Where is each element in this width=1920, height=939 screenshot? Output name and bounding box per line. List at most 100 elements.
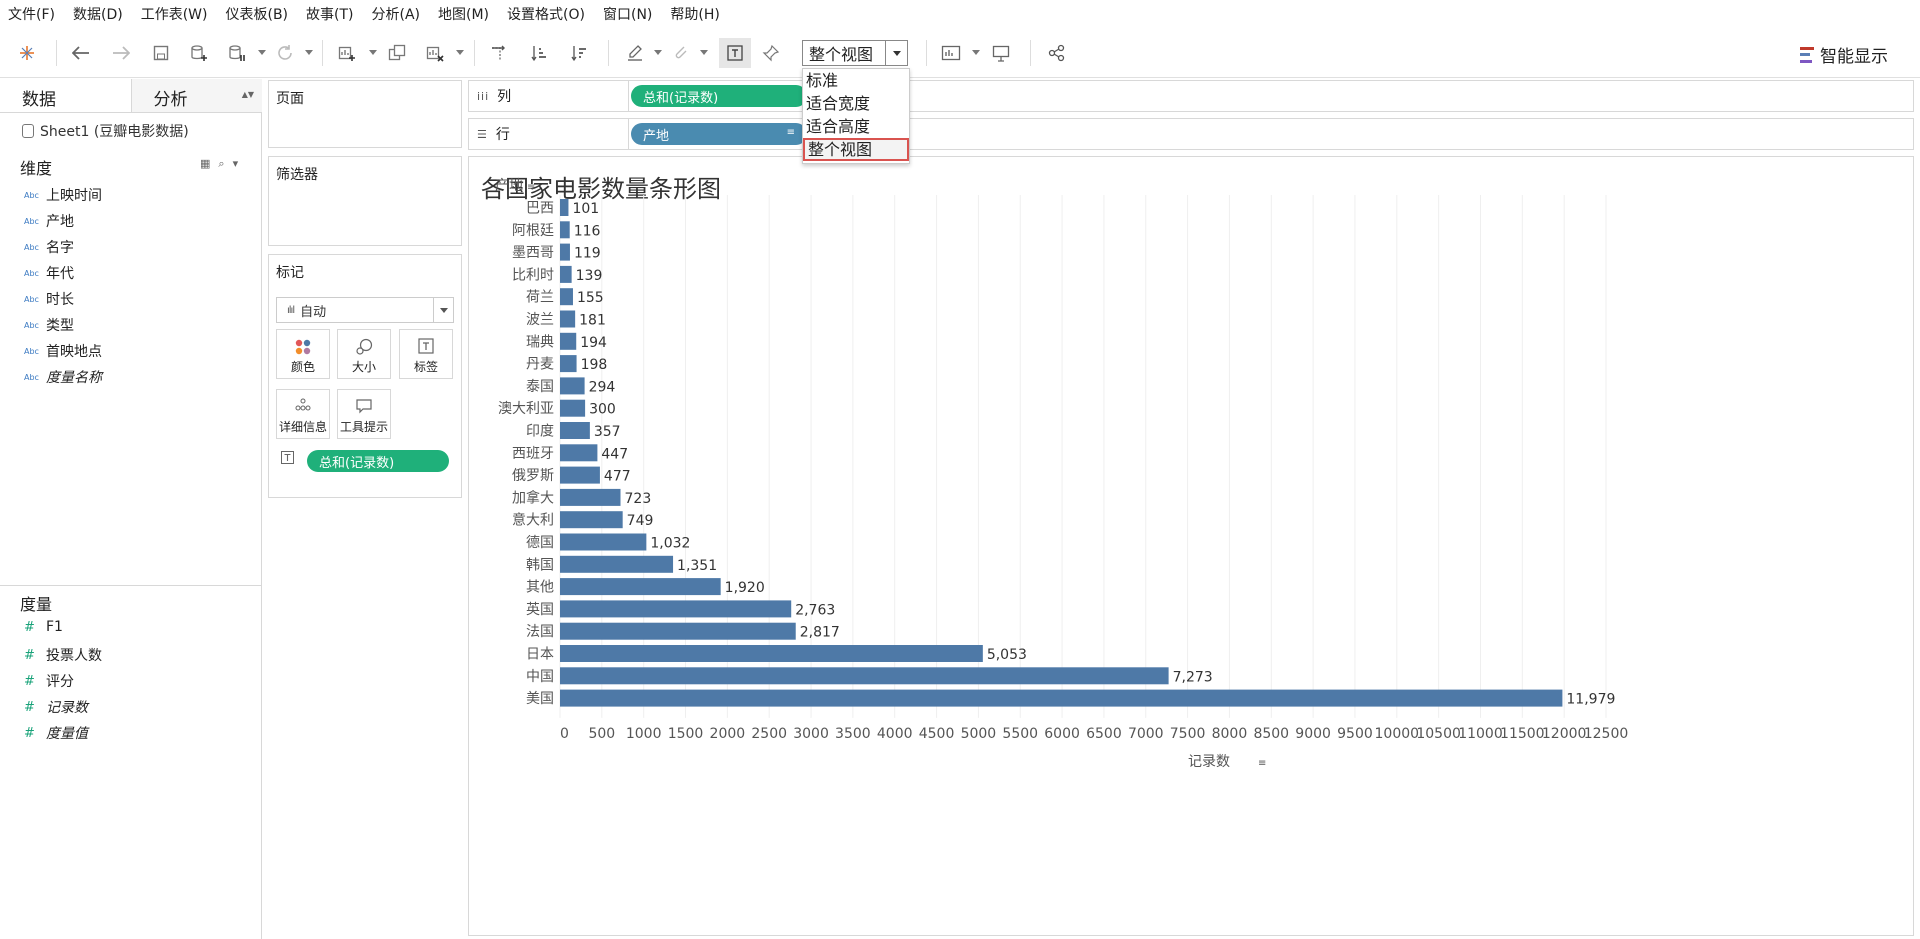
visualization-area[interactable]: 各国家电影数量条形图 产地 ≡ 巴西 101 阿根廷 116 墨西哥 119 比利时 139 荷兰 1…: [468, 156, 1914, 936]
chevron-updown-icon[interactable]: ▲▼: [242, 90, 254, 99]
rows-shelf[interactable]: ☰ 行 产地 ≡: [468, 118, 1914, 150]
columns-field-pill[interactable]: 总和(记录数): [631, 85, 807, 107]
menu-data[interactable]: 数据(D): [73, 4, 123, 24]
pin-axes-icon[interactable]: [760, 42, 782, 64]
clear-sheet-caret-icon[interactable]: [456, 50, 464, 55]
bar[interactable]: [560, 667, 1169, 685]
color-button[interactable]: 颜色: [276, 329, 330, 379]
bar[interactable]: [560, 265, 572, 283]
menu-item-fit-height[interactable]: 适合高度: [803, 115, 909, 138]
measure-field[interactable]: # 记录数: [24, 697, 88, 717]
duplicate-sheet-icon[interactable]: [386, 42, 408, 64]
fit-view-select[interactable]: 整个视图: [802, 40, 908, 66]
refresh-icon[interactable]: [274, 42, 296, 64]
share-icon[interactable]: [1046, 42, 1068, 64]
datasource-item[interactable]: Sheet1 (豆瓣电影数据): [22, 121, 189, 141]
bar[interactable]: [560, 332, 577, 350]
bar[interactable]: [560, 399, 586, 417]
bar[interactable]: [560, 578, 721, 596]
dimension-field[interactable]: Abc 类型: [24, 315, 74, 335]
bar[interactable]: [560, 377, 585, 395]
chevron-down-icon[interactable]: [885, 41, 907, 65]
forward-icon[interactable]: [110, 42, 132, 64]
bar[interactable]: [560, 622, 796, 640]
show-mark-labels-icon[interactable]: [719, 38, 751, 68]
measure-field[interactable]: # 度量值: [24, 723, 88, 743]
sort-ascending-icon[interactable]: [528, 42, 550, 64]
bar[interactable]: [560, 555, 674, 573]
sort-descending-icon[interactable]: [568, 42, 590, 64]
measure-field[interactable]: # F1: [24, 619, 63, 635]
bar[interactable]: [560, 199, 569, 216]
highlight-caret-icon[interactable]: [654, 50, 662, 55]
menu-file[interactable]: 文件(F): [8, 4, 55, 24]
new-datasource-icon[interactable]: [188, 42, 210, 64]
rows-field-pill[interactable]: 产地 ≡: [631, 123, 807, 145]
view-toggle-icon[interactable]: ▦: [200, 157, 210, 171]
search-icon[interactable]: ⌕: [218, 157, 224, 171]
chevron-down-icon[interactable]: [433, 298, 453, 322]
pages-card[interactable]: 页面: [268, 80, 462, 148]
swap-rows-columns-icon[interactable]: [488, 42, 510, 64]
bar[interactable]: [560, 466, 600, 484]
bar[interactable]: [560, 288, 573, 306]
group-members-caret-icon[interactable]: [700, 50, 708, 55]
new-worksheet-caret-icon[interactable]: [369, 50, 377, 55]
bar[interactable]: [560, 221, 570, 239]
menu-item-entire-view[interactable]: 整个视图: [803, 138, 909, 161]
clear-sheet-icon[interactable]: [424, 42, 446, 64]
measure-field[interactable]: # 评分: [24, 671, 74, 691]
menu-format[interactable]: 设置格式(O): [507, 4, 585, 24]
menu-analysis[interactable]: 分析(A): [372, 4, 421, 24]
bar[interactable]: [560, 533, 647, 551]
group-members-icon[interactable]: [670, 42, 692, 64]
bar[interactable]: [560, 689, 1563, 707]
show-cards-icon[interactable]: [940, 42, 962, 64]
bar[interactable]: [560, 600, 792, 618]
bar[interactable]: [560, 310, 576, 328]
pause-update-caret-icon[interactable]: [258, 50, 266, 55]
menu-story[interactable]: 故事(T): [306, 4, 353, 24]
filters-card[interactable]: 筛选器: [268, 156, 462, 246]
bar[interactable]: [560, 422, 590, 439]
menu-worksheet[interactable]: 工作表(W): [141, 4, 208, 24]
dimension-field[interactable]: Abc 上映时间: [24, 185, 102, 205]
new-worksheet-icon[interactable]: [336, 42, 358, 64]
menu-map[interactable]: 地图(M): [438, 4, 489, 24]
refresh-caret-icon[interactable]: [305, 50, 313, 55]
highlight-icon[interactable]: [624, 42, 646, 64]
detail-button[interactable]: 详细信息: [276, 389, 330, 439]
size-button[interactable]: 大小: [337, 329, 391, 379]
bar-chart[interactable]: 产地 ≡ 巴西 101 阿根廷 116 墨西哥 119 比利时 139 荷兰 155 波兰 181 瑞典 19…: [469, 157, 1915, 937]
menu-window[interactable]: 窗口(N): [603, 4, 652, 24]
menu-dashboard[interactable]: 仪表板(B): [225, 4, 288, 24]
mark-type-select[interactable]: ılıl 自动: [276, 297, 454, 323]
bar[interactable]: [560, 511, 623, 529]
tooltip-button[interactable]: 工具提示: [337, 389, 391, 439]
bar[interactable]: [560, 355, 577, 373]
dimension-field[interactable]: Abc 度量名称: [24, 367, 102, 387]
menu-item-standard[interactable]: 标准: [803, 69, 909, 92]
show-cards-caret-icon[interactable]: [972, 50, 980, 55]
label-field-pill[interactable]: 总和(记录数): [307, 450, 449, 472]
tableau-logo-icon[interactable]: [16, 42, 38, 64]
bar[interactable]: [560, 444, 598, 462]
columns-shelf[interactable]: iii 列 总和(记录数): [468, 80, 1914, 112]
pause-update-icon[interactable]: [226, 42, 248, 64]
bar[interactable]: [560, 488, 621, 506]
save-icon[interactable]: [150, 42, 172, 64]
dimension-field[interactable]: Abc 时长: [24, 289, 74, 309]
dimension-field[interactable]: Abc 首映地点: [24, 341, 102, 361]
menu-help[interactable]: 帮助(H): [670, 4, 719, 24]
tab-data[interactable]: 数据: [0, 79, 131, 112]
presentation-mode-icon[interactable]: [990, 42, 1012, 64]
dimension-field[interactable]: Abc 产地: [24, 211, 74, 231]
bar[interactable]: [560, 243, 570, 261]
measure-field[interactable]: # 投票人数: [24, 645, 102, 665]
dimension-field[interactable]: Abc 名字: [24, 237, 74, 257]
dimension-field[interactable]: Abc 年代: [24, 263, 74, 283]
label-button[interactable]: 标签: [399, 329, 453, 379]
back-icon[interactable]: [70, 42, 92, 64]
chevron-down-icon[interactable]: ▾: [233, 157, 239, 171]
show-me-button[interactable]: 智能显示: [1800, 42, 1888, 67]
